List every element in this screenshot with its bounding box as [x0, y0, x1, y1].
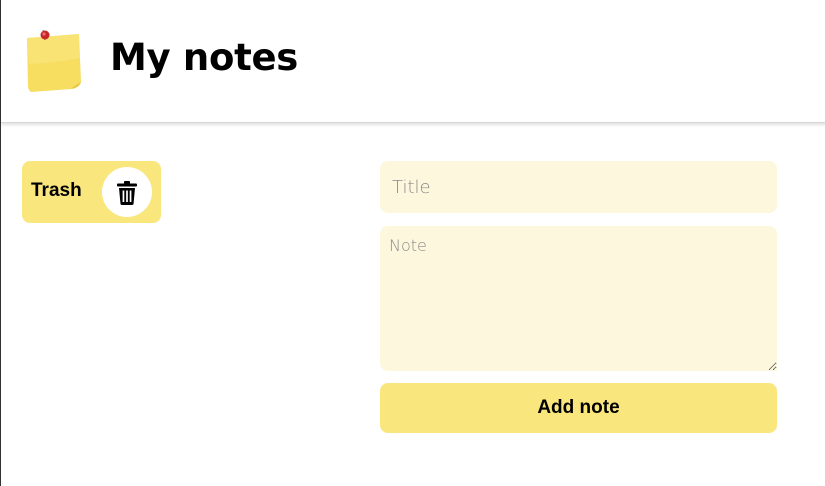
app-header: My notes	[1, 0, 825, 123]
sticky-note-icon	[23, 28, 83, 94]
page-title: My notes	[110, 36, 298, 79]
trash-label: Trash	[31, 180, 82, 201]
trash-can-icon	[117, 181, 137, 205]
add-note-button[interactable]: Add note	[380, 383, 777, 433]
title-input[interactable]	[380, 161, 777, 213]
note-textarea[interactable]	[380, 226, 777, 371]
trash-icon-circle	[102, 167, 152, 217]
trash-button[interactable]: Trash	[22, 161, 161, 223]
